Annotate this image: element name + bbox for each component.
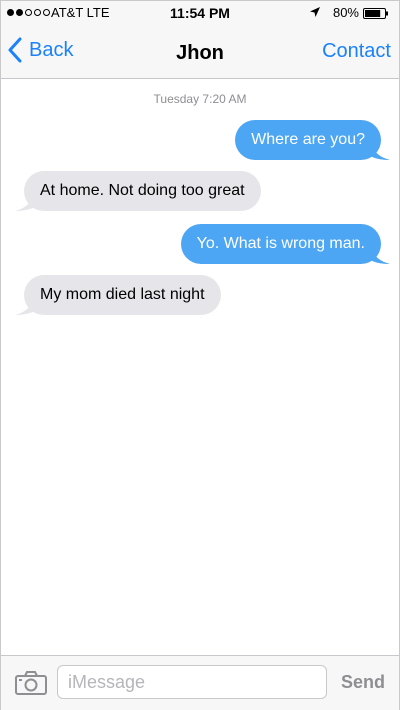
- message-text: Where are you?: [251, 131, 365, 148]
- battery-percentage: 80%: [332, 5, 359, 20]
- send-button[interactable]: Send: [341, 672, 385, 693]
- message-input[interactable]: [57, 665, 327, 699]
- message-list[interactable]: Tuesday 7:20 AM Where are you? At home. …: [1, 79, 399, 655]
- message-text: At home. Not doing too great: [40, 182, 245, 199]
- bubble-tail-icon: [15, 295, 35, 315]
- conversation-timestamp: Tuesday 7:20 AM: [153, 92, 247, 106]
- bubble-tail-icon: [370, 244, 390, 264]
- back-button[interactable]: Back: [7, 37, 73, 63]
- battery-icon: [363, 8, 388, 19]
- messages-screen: AT&T LTE 11:54 PM 80% Back Jhon Contact …: [0, 0, 400, 710]
- message-bubble-incoming[interactable]: At home. Not doing too great: [15, 171, 261, 211]
- message-text: Yo. What is wrong man.: [196, 235, 365, 252]
- back-label: Back: [29, 38, 74, 61]
- chevron-left-icon: [8, 37, 22, 63]
- bubble-tail-icon: [370, 140, 390, 160]
- camera-icon[interactable]: [15, 671, 47, 695]
- location-icon: [310, 7, 320, 17]
- message-bubble-outgoing[interactable]: Yo. What is wrong man.: [180, 224, 390, 264]
- compose-bar: Send: [1, 655, 399, 710]
- status-bar: AT&T LTE 11:54 PM 80%: [1, 1, 399, 25]
- message-text: My mom died last night: [40, 286, 205, 303]
- navigation-bar: Back Jhon Contact: [1, 25, 399, 79]
- message-bubble-outgoing[interactable]: Where are you?: [235, 120, 390, 160]
- message-bubble-incoming[interactable]: My mom died last night: [15, 275, 221, 315]
- contact-button[interactable]: Contact: [322, 40, 391, 63]
- bubble-tail-icon: [15, 191, 35, 211]
